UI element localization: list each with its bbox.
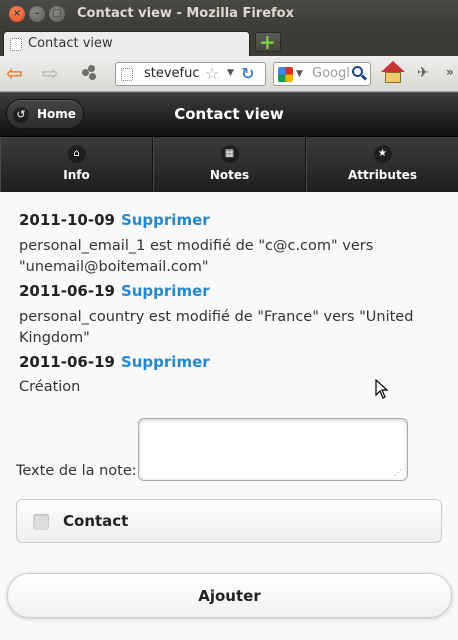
checkbox-icon[interactable]: [33, 514, 49, 530]
window-title: Contact view - Mozilla Firefox: [77, 6, 295, 21]
contact-checkbox[interactable]: Contact: [16, 499, 442, 543]
tab-info[interactable]: ⌂ Info: [0, 137, 153, 192]
back-arrow-icon[interactable]: ⇦: [6, 62, 23, 86]
resize-grip-icon[interactable]: ⋰: [394, 468, 402, 477]
add-button-label: Ajouter: [198, 587, 261, 605]
history-entry-text: personal_country est modifié de "France"…: [19, 309, 414, 346]
window-titlebar: × – □ Contact view - Mozilla Firefox: [0, 0, 458, 29]
new-tab-button[interactable]: +: [255, 30, 281, 54]
site-identity-icon[interactable]: [82, 65, 98, 81]
tab-attributes[interactable]: ★ Attributes: [306, 137, 458, 192]
tab-attributes-label: Attributes: [348, 168, 417, 182]
window-minimize-button[interactable]: –: [29, 6, 45, 22]
overflow-menu-icon[interactable]: »: [446, 65, 454, 79]
tab-notes-label: Notes: [209, 168, 250, 182]
page-title: Contact view: [174, 105, 284, 123]
page-icon: [10, 38, 22, 51]
history-entry-date: 2011-06-19: [19, 353, 115, 371]
browser-home-icon[interactable]: [381, 61, 405, 85]
history-entry-date: 2011-10-09: [19, 211, 115, 229]
contact-checkbox-label: Contact: [63, 512, 129, 530]
google-icon[interactable]: [278, 67, 293, 82]
add-button[interactable]: Ajouter: [7, 573, 452, 618]
search-icon[interactable]: [350, 65, 368, 83]
history-entry-header: 2011-06-19 Supprimer: [19, 282, 210, 300]
mouse-cursor-icon: [375, 378, 389, 403]
window-maximize-button[interactable]: □: [49, 6, 65, 22]
browser-tab[interactable]: Contact view: [3, 31, 250, 56]
note-textarea[interactable]: ⋰: [138, 418, 408, 481]
tab-notes[interactable]: ▦ Notes: [153, 137, 306, 192]
app-navbar: ⌂ Info ▦ Notes ★ Attributes: [0, 136, 458, 192]
reload-icon[interactable]: ↻: [241, 64, 254, 83]
history-entry-text: personal_email_1 est modifié de "c@c.com…: [19, 238, 374, 275]
history-entry-header: 2011-06-19 Supprimer: [19, 353, 210, 371]
tab-info-label: Info: [63, 168, 90, 182]
url-bar[interactable]: stevefuc ☆ ▼ ↻: [115, 62, 266, 86]
browser-tab-label: Contact view: [28, 36, 113, 51]
history-entry-header: 2011-10-09 Supprimer: [19, 211, 210, 229]
plus-icon: +: [259, 30, 276, 54]
app-header: ↺ Home Contact view: [0, 92, 458, 136]
main-content: 2011-10-09 Supprimer personal_email_1 est…: [0, 192, 458, 640]
star-icon: ★: [373, 145, 392, 163]
delete-link[interactable]: Supprimer: [121, 211, 210, 229]
delete-link[interactable]: Supprimer: [121, 353, 210, 371]
url-dropdown-icon[interactable]: ▼: [227, 68, 234, 78]
home-icon: ⌂: [67, 145, 86, 163]
forward-arrow-icon[interactable]: ⇨: [42, 62, 59, 86]
delete-link[interactable]: Supprimer: [121, 282, 210, 300]
history-entry-date: 2011-06-19: [19, 282, 115, 300]
page-icon: [121, 68, 133, 81]
grid-icon: ▦: [220, 145, 239, 163]
search-bar[interactable]: ▼ Googl: [273, 62, 371, 86]
bookmark-star-icon[interactable]: ☆: [205, 64, 219, 83]
addon-icon[interactable]: ✈: [417, 65, 429, 81]
search-engine-dropdown-icon[interactable]: ▼: [296, 69, 303, 79]
window-close-button[interactable]: ×: [9, 6, 25, 22]
note-label: Texte de la note:: [16, 463, 137, 479]
browser-navbar: ⇦ ⇨ stevefuc ☆ ▼ ↻ ▼ Googl ✈ »: [0, 56, 458, 92]
url-text: stevefuc: [144, 66, 200, 81]
browser-tab-strip: Contact view +: [0, 29, 458, 56]
search-input[interactable]: Googl: [312, 66, 350, 81]
